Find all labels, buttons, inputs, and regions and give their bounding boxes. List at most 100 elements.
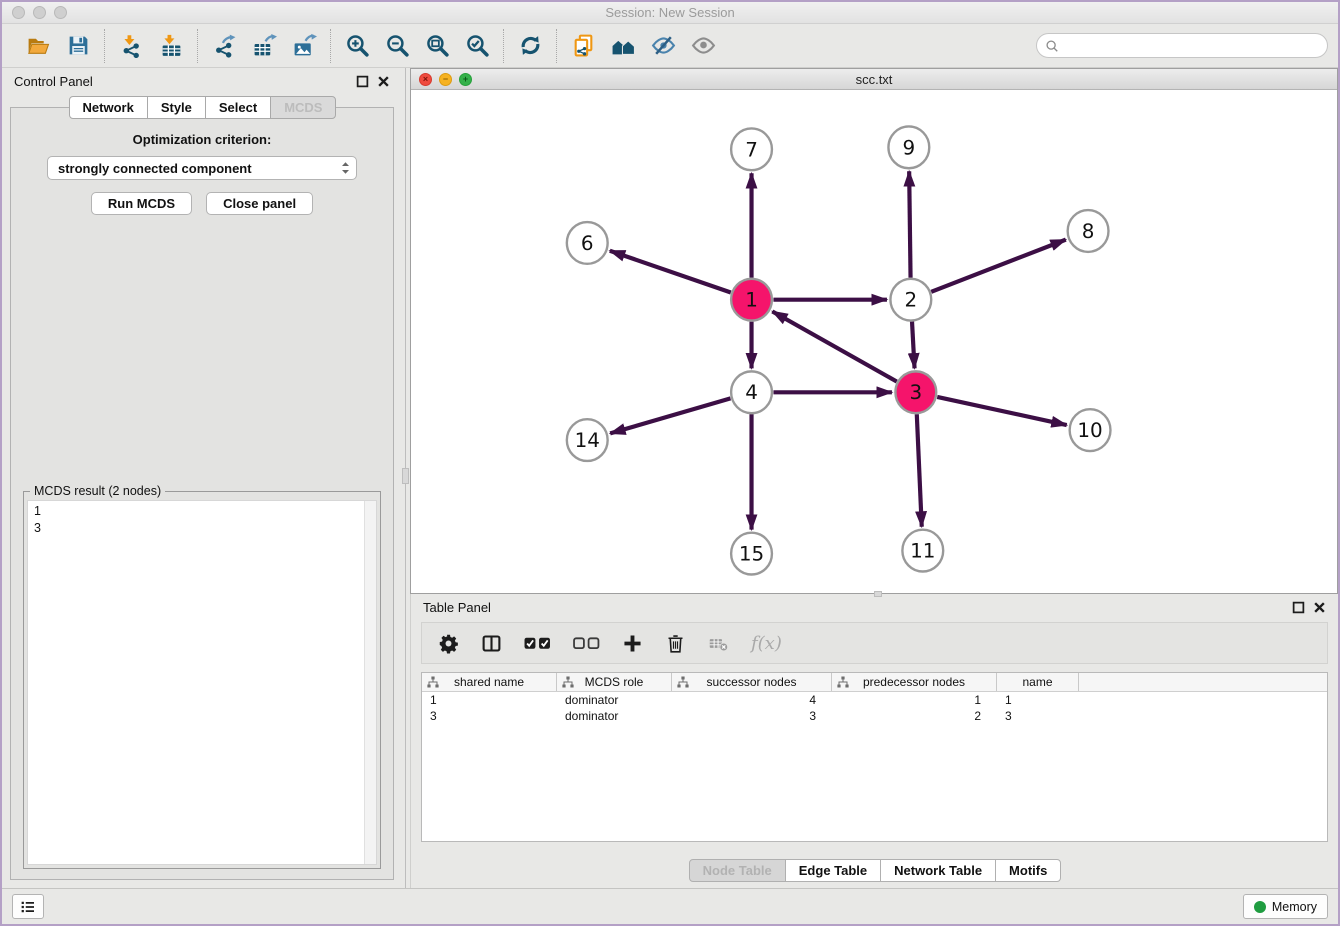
tab-motifs[interactable]: Motifs — [995, 859, 1061, 882]
node-2[interactable]: 2 — [890, 279, 931, 321]
edge-3-1[interactable] — [772, 311, 896, 381]
open-file-button[interactable] — [21, 30, 55, 62]
table-cell[interactable]: 3 — [672, 708, 832, 724]
node-11[interactable]: 11 — [902, 530, 943, 572]
export-image-button[interactable] — [287, 30, 321, 62]
node-8[interactable]: 8 — [1068, 210, 1109, 252]
node-9[interactable]: 9 — [888, 126, 929, 168]
import-table-button[interactable] — [154, 30, 188, 62]
tab-edge-table[interactable]: Edge Table — [785, 859, 881, 882]
table-cell[interactable]: 1 — [832, 692, 997, 708]
vertical-splitter[interactable] — [402, 68, 410, 888]
minimize-window-button[interactable] — [33, 6, 46, 19]
column-header-shared-name[interactable]: shared name — [422, 673, 557, 691]
table-cell[interactable]: dominator — [557, 708, 672, 724]
table-cell[interactable]: dominator — [557, 692, 672, 708]
float-table-panel-icon[interactable] — [1292, 601, 1305, 614]
splitter-grip[interactable] — [402, 468, 409, 484]
zoom-out-button[interactable] — [380, 30, 414, 62]
deselect-all-button[interactable] — [573, 628, 600, 658]
export-network-button[interactable] — [207, 30, 241, 62]
sort-tree-icon — [677, 676, 689, 688]
horizontal-splitter-grip[interactable] — [874, 591, 882, 597]
delete-table-icon — [708, 633, 729, 654]
delete-column-button[interactable] — [665, 628, 686, 658]
table-cell[interactable]: 4 — [672, 692, 832, 708]
float-panel-icon[interactable] — [356, 75, 369, 88]
memory-button[interactable]: Memory — [1243, 894, 1328, 919]
table-cell[interactable]: 2 — [832, 708, 997, 724]
zoom-window-button[interactable] — [54, 6, 67, 19]
save-session-button[interactable] — [61, 30, 95, 62]
toolbar-group — [504, 30, 556, 62]
optimization-criterion-select[interactable]: strongly connected component — [47, 156, 357, 180]
node-14[interactable]: 14 — [567, 419, 608, 461]
add-column-button[interactable] — [622, 628, 643, 658]
close-panel-button[interactable]: Close panel — [206, 192, 313, 215]
tab-network-table[interactable]: Network Table — [880, 859, 996, 882]
table-cell[interactable]: 3 — [422, 708, 557, 724]
svg-text:9: 9 — [903, 136, 916, 159]
node-10[interactable]: 10 — [1070, 409, 1111, 451]
close-panel-icon[interactable] — [377, 75, 390, 88]
search-field[interactable] — [1036, 33, 1328, 58]
column-label: shared name — [454, 675, 524, 689]
tab-network[interactable]: Network — [69, 96, 148, 119]
network-maximize-button[interactable]: + — [459, 73, 472, 86]
import-network-button[interactable] — [114, 30, 148, 62]
task-history-button[interactable] — [12, 894, 44, 919]
split-view-button[interactable] — [481, 628, 502, 658]
node-15[interactable]: 15 — [731, 533, 772, 575]
zoom-fit-button[interactable] — [420, 30, 454, 62]
tab-style[interactable]: Style — [147, 96, 206, 119]
show-all-button[interactable] — [686, 30, 720, 62]
hide-selected-button[interactable] — [646, 30, 680, 62]
first-neighbors-button[interactable] — [606, 30, 640, 62]
edge-1-6[interactable] — [610, 251, 731, 293]
table-cell[interactable]: 1 — [422, 692, 557, 708]
edge-3-11[interactable] — [917, 414, 922, 527]
node-7[interactable]: 7 — [731, 128, 772, 170]
result-scrollbar[interactable] — [364, 501, 376, 864]
table-cell[interactable]: 1 — [997, 692, 1079, 708]
column-header-predecessor-nodes[interactable]: predecessor nodes — [832, 673, 997, 691]
table-toolbar: f(x) — [421, 622, 1328, 664]
edge-2-8[interactable] — [931, 240, 1066, 292]
column-header-MCDS-role[interactable]: MCDS role — [557, 673, 672, 691]
network-close-button[interactable]: × — [419, 73, 432, 86]
node-1[interactable]: 1 — [731, 279, 772, 321]
mcds-panel: Optimization criterion: strongly connect… — [10, 107, 394, 880]
tab-select[interactable]: Select — [205, 96, 271, 119]
edge-3-10[interactable] — [937, 397, 1066, 425]
column-label: predecessor nodes — [863, 675, 965, 689]
close-table-panel-icon[interactable] — [1313, 601, 1326, 614]
node-4[interactable]: 4 — [731, 371, 772, 413]
column-header-successor-nodes[interactable]: successor nodes — [672, 673, 832, 691]
zoom-in-button[interactable] — [340, 30, 374, 62]
node-3[interactable]: 3 — [895, 371, 936, 413]
search-input[interactable] — [1064, 39, 1319, 53]
zoom-selected-button[interactable] — [460, 30, 494, 62]
edge-4-14[interactable] — [610, 398, 730, 433]
table-cell[interactable]: 3 — [997, 708, 1079, 724]
gear-button[interactable] — [438, 628, 459, 658]
network-graph[interactable]: 7 9 6 8 1 2 4 3 14 10 15 11 — [411, 90, 1337, 593]
node-6[interactable]: 6 — [567, 222, 608, 264]
mcds-result-area[interactable]: 13 — [27, 500, 377, 865]
network-canvas[interactable]: 7 9 6 8 1 2 4 3 14 10 15 11 — [411, 90, 1337, 593]
toolbar-group — [198, 30, 330, 62]
column-header-name[interactable]: name — [997, 673, 1079, 691]
close-window-button[interactable] — [12, 6, 25, 19]
tab-node-table[interactable]: Node Table — [689, 859, 786, 882]
tab-mcds[interactable]: MCDS — [270, 96, 336, 119]
select-all-button[interactable] — [524, 628, 551, 658]
run-mcds-button[interactable]: Run MCDS — [91, 192, 192, 215]
table-row[interactable]: 1dominator411 — [422, 692, 1327, 708]
edge-2-9[interactable] — [909, 171, 910, 278]
refresh-button[interactable] — [513, 30, 547, 62]
edge-2-3[interactable] — [912, 322, 915, 369]
network-minimize-button[interactable]: − — [439, 73, 452, 86]
export-table-button[interactable] — [247, 30, 281, 62]
table-row[interactable]: 3dominator323 — [422, 708, 1327, 724]
new-network-from-selection-button[interactable] — [566, 30, 600, 62]
